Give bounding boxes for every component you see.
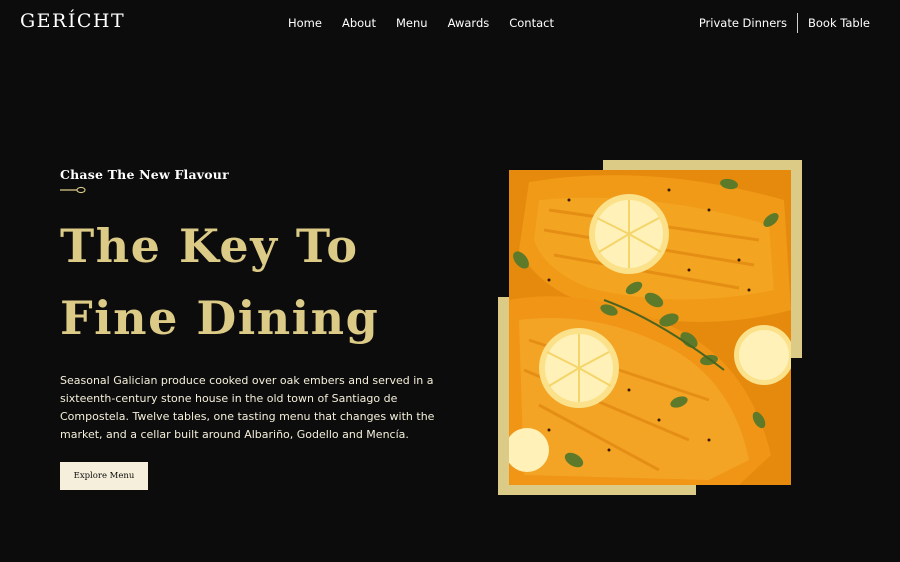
- nav-link-menu[interactable]: Menu: [396, 16, 428, 30]
- nav-links: Home About Menu Awards Contact: [288, 16, 554, 30]
- explore-menu-button[interactable]: Explore Menu: [60, 462, 148, 490]
- navbar: GERÍCHT Home About Menu Awards Contact P…: [0, 0, 900, 46]
- spoon-icon: [60, 186, 86, 194]
- nav-link-contact[interactable]: Contact: [509, 16, 554, 30]
- nav-link-awards[interactable]: Awards: [448, 16, 490, 30]
- hero-description: Seasonal Galician produce cooked over oa…: [60, 374, 435, 441]
- hero-headline: The Key To Fine Dining: [60, 210, 379, 354]
- hero-food-image: [509, 170, 791, 485]
- hero-subtitle: Chase The New Flavour: [60, 167, 229, 182]
- nav-link-about[interactable]: About: [342, 16, 376, 30]
- private-dinners-link[interactable]: Private Dinners: [699, 13, 787, 33]
- book-table-link[interactable]: Book Table: [808, 13, 870, 33]
- logo[interactable]: GERÍCHT: [20, 10, 125, 32]
- nav-link-home[interactable]: Home: [288, 16, 322, 30]
- nav-divider: [796, 13, 798, 33]
- hero-headline-line1: The Key To: [60, 219, 359, 273]
- hero-headline-line2: Fine Dining: [60, 291, 380, 345]
- nav-actions: Private Dinners Book Table: [699, 13, 870, 33]
